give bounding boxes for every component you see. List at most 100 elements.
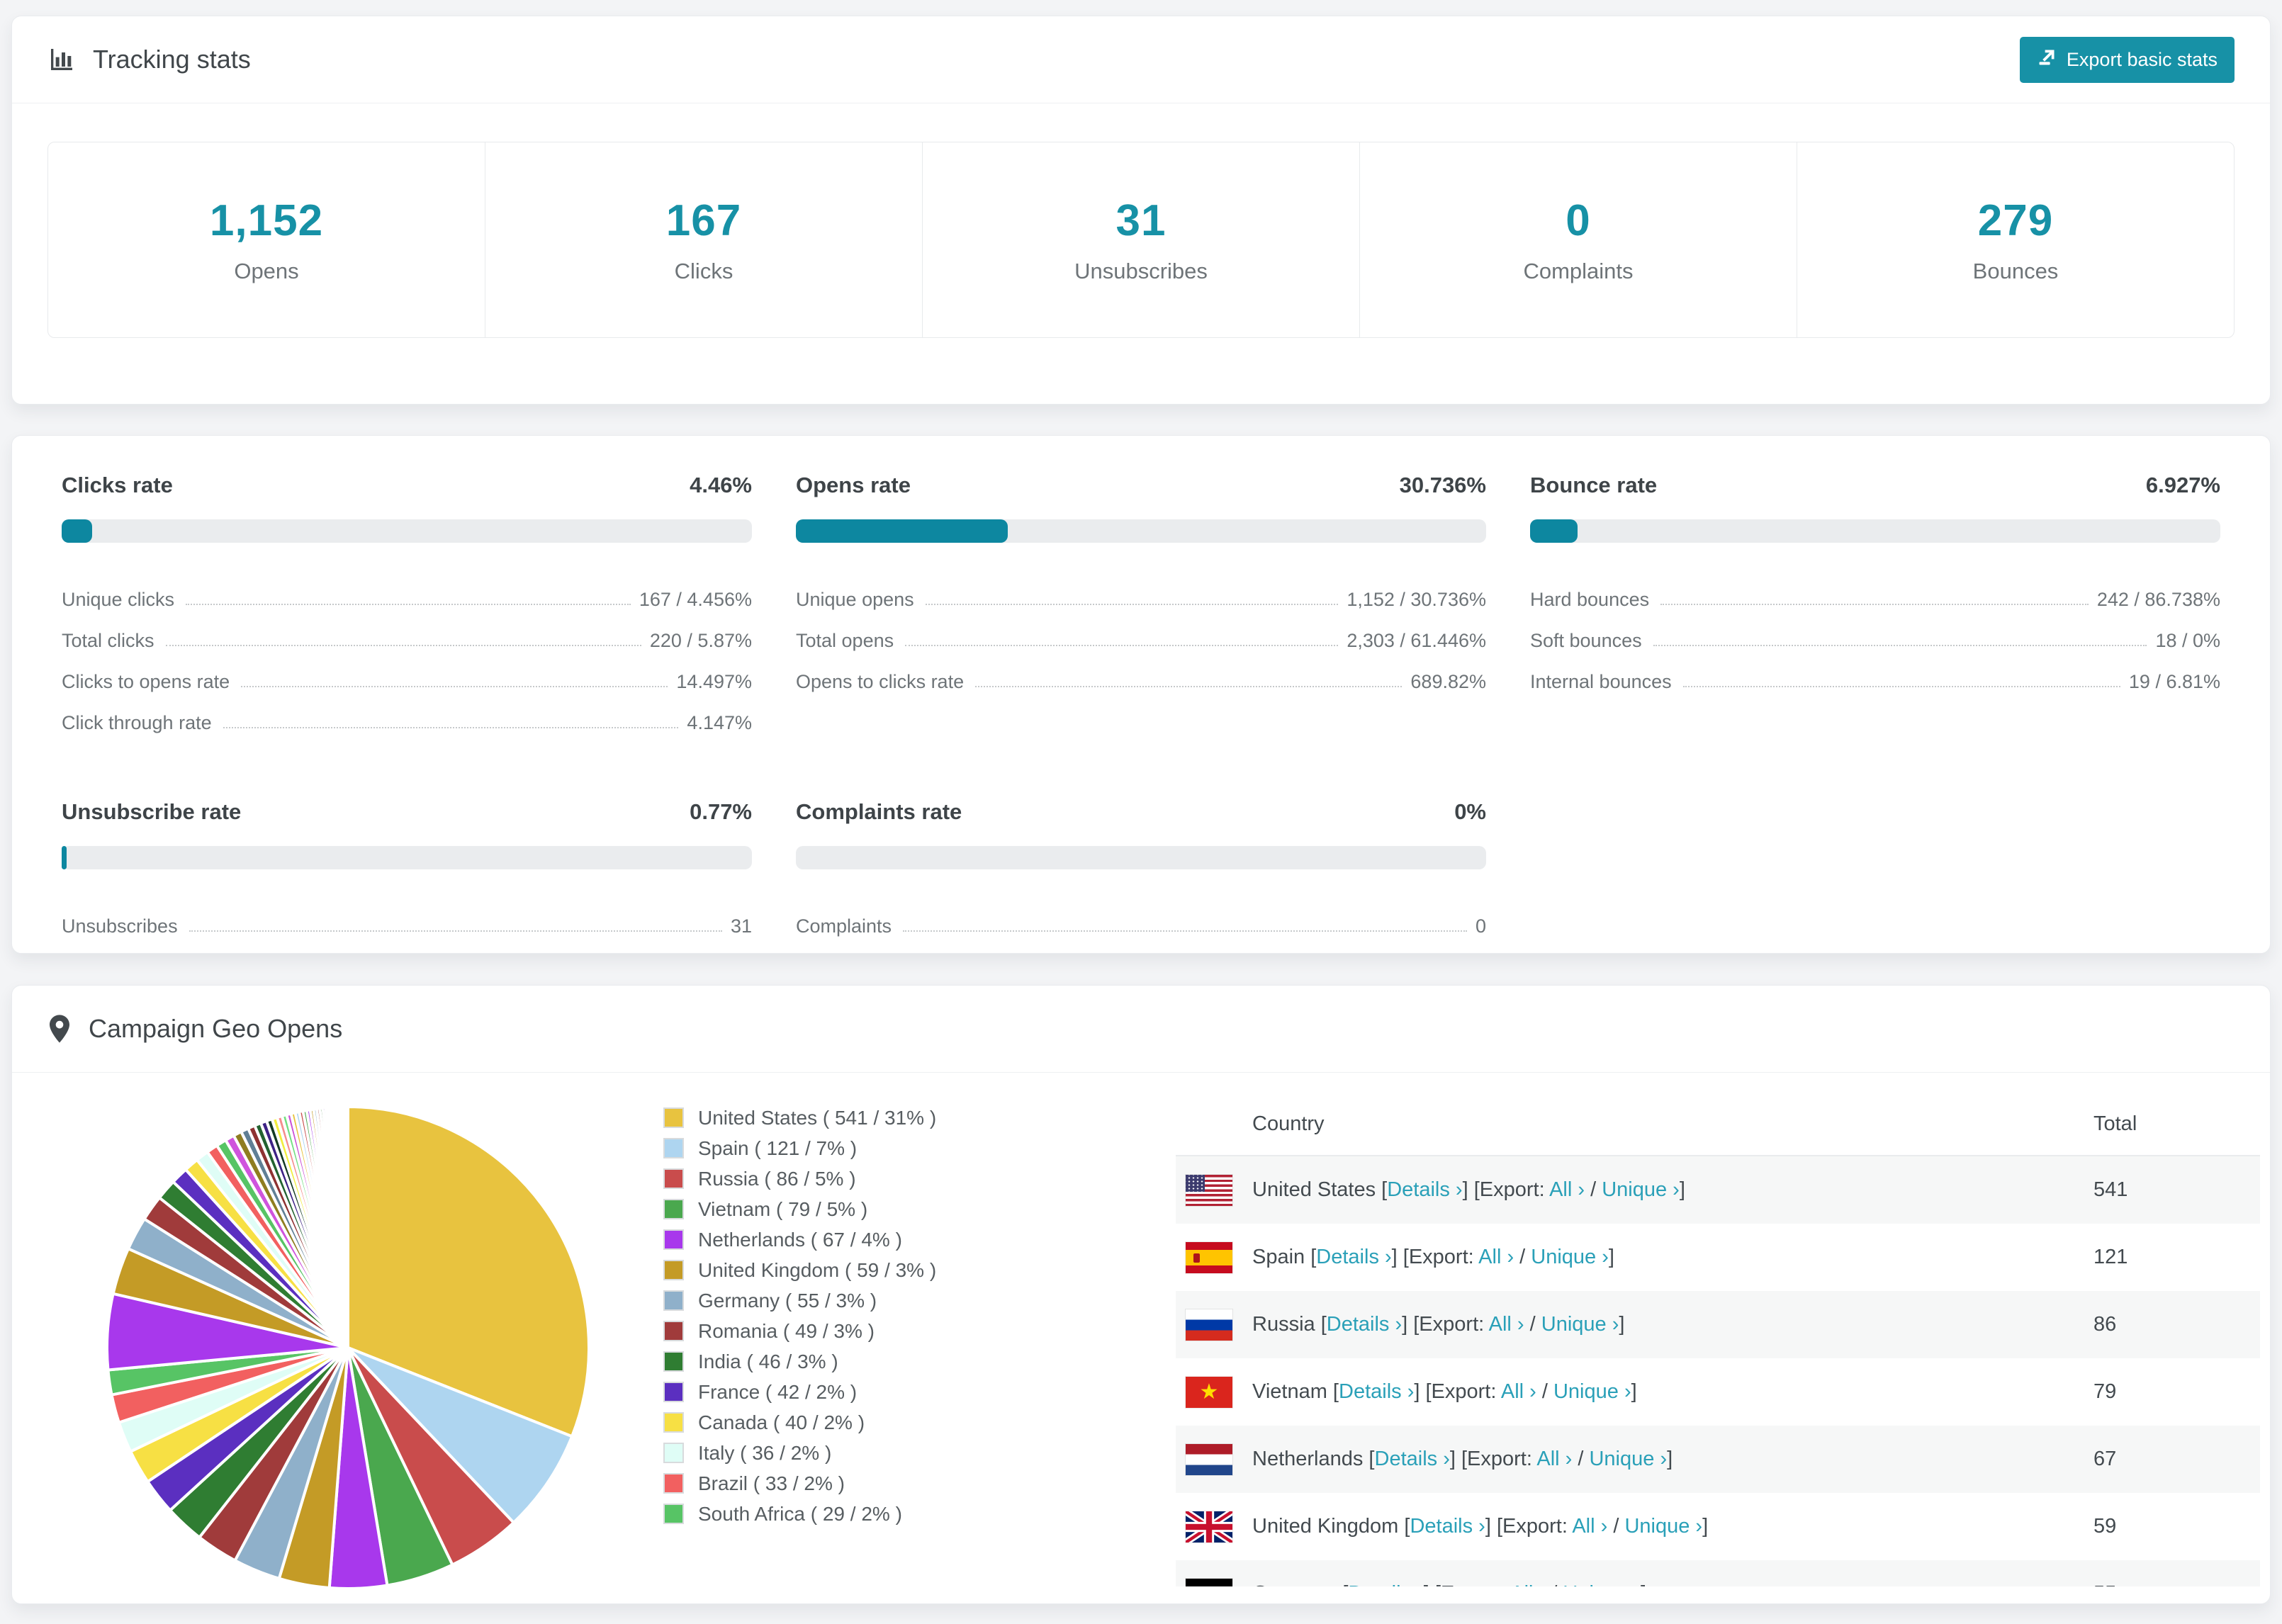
export-unique-link[interactable]: Unique › (1589, 1448, 1667, 1470)
dotted-leader (189, 930, 722, 932)
legend-swatch (663, 1168, 684, 1189)
details-link[interactable]: Details › (1339, 1380, 1414, 1403)
table-row-united-kingdom: United Kingdom [Details ›] [Export: All … (1176, 1493, 2260, 1560)
clicks-rate-bar-fill (62, 519, 93, 543)
stat-clicks-label: Clicks (674, 259, 734, 283)
rates-card: Clicks rate 4.46% Unique clicks 167 / 4.4… (11, 435, 2271, 954)
bounce-rate-value: 6.927% (2145, 473, 2220, 497)
legend-swatch (663, 1107, 684, 1128)
details-link[interactable]: Details › (1375, 1448, 1450, 1470)
opens-rate-title: Opens rate (796, 473, 911, 497)
complaints-rate-panel: Complaints rate 0% Complaints 0 (796, 799, 1486, 937)
dotted-leader (223, 727, 679, 728)
clicks-rate-value: 4.46% (690, 473, 752, 497)
bounce-rate-bar (1530, 519, 2220, 543)
total-column-header: Total (2093, 1112, 2137, 1135)
detail-row: Unique opens 1,152 / 30.736% (796, 589, 1486, 610)
legend-swatch (663, 1138, 684, 1158)
export-unique-link[interactable]: Unique › (1624, 1515, 1702, 1538)
details-link[interactable]: Details › (1410, 1515, 1485, 1538)
detail-row: Hard bounces 242 / 86.738% (1530, 589, 2220, 610)
export-all-link[interactable]: All › (1489, 1313, 1524, 1336)
stat-bounces-value: 279 (1977, 196, 2054, 245)
germany-flag-icon (1186, 1578, 1232, 1586)
stat-clicks: 167 Clicks (485, 142, 923, 337)
details-link[interactable]: Details › (1387, 1178, 1462, 1201)
stat-unsubscribes: 31 Unsubscribes (923, 142, 1360, 337)
table-row-netherlands: Netherlands [Details ›] [Export: All › /… (1176, 1426, 2260, 1493)
legend-item: United States ( 541 / 31% ) (663, 1103, 1078, 1133)
geo-table-header: Country Total (1176, 1093, 2260, 1156)
row-total: 121 (2093, 1246, 2128, 1268)
unsubscribe-rate-bar-fill (62, 846, 67, 869)
row-total: 59 (2093, 1515, 2117, 1538)
tracking-stats-card: Tracking stats Export basic stats 1,152 … (11, 16, 2271, 405)
row-total: 55 (2093, 1582, 2260, 1586)
clicks-rate-panel: Clicks rate 4.46% Unique clicks 167 / 4.4… (62, 473, 752, 734)
export-unique-link[interactable]: Unique › (1602, 1178, 1680, 1201)
legend-swatch (663, 1199, 684, 1219)
export-all-link[interactable]: All › (1478, 1246, 1514, 1268)
legend-item: Spain ( 121 / 7% ) (663, 1133, 1078, 1163)
export-unique-link[interactable]: Unique › (1563, 1582, 1641, 1586)
legend-swatch (663, 1504, 684, 1524)
table-row-spain: Spain [Details ›] [Export: All › / Uniqu… (1176, 1224, 2260, 1291)
opens-rate-bar-fill (796, 519, 1008, 543)
legend-item: Italy ( 36 / 2% ) (663, 1438, 1078, 1468)
legend-item: Romania ( 49 / 3% ) (663, 1316, 1078, 1346)
stat-opens: 1,152 Opens (48, 142, 485, 337)
export-all-link[interactable]: All › (1510, 1582, 1546, 1586)
export-unique-link[interactable]: Unique › (1553, 1380, 1631, 1403)
detail-row: Internal bounces 19 / 6.81% (1530, 671, 2220, 692)
opens-rate-bar (796, 519, 1486, 543)
stat-complaints-label: Complaints (1523, 259, 1634, 283)
export-all-link[interactable]: All › (1572, 1515, 1607, 1538)
detail-row: Soft bounces 18 / 0% (1530, 630, 2220, 651)
detail-row: Total clicks 220 / 5.87% (62, 630, 752, 651)
legend-item: South Africa ( 29 / 2% ) (663, 1499, 1078, 1529)
row-total: 541 (2093, 1178, 2128, 1201)
details-link[interactable]: Details › (1316, 1246, 1391, 1268)
details-link[interactable]: Details › (1327, 1313, 1402, 1336)
export-all-link[interactable]: All › (1549, 1178, 1585, 1201)
detail-row: Opens to clicks rate 689.82% (796, 671, 1486, 692)
detail-row: Total opens 2,303 / 61.446% (796, 630, 1486, 651)
dotted-leader (1653, 645, 2147, 646)
dotted-leader (903, 930, 1467, 932)
legend-swatch (663, 1473, 684, 1494)
legend-swatch (663, 1351, 684, 1372)
stat-bounces-label: Bounces (1972, 259, 2059, 283)
clicks-rate-title: Clicks rate (62, 473, 173, 497)
detail-row: Clicks to opens rate 14.497% (62, 671, 752, 692)
legend-swatch (663, 1321, 684, 1341)
table-row-united-states: United States [Details ›] [Export: All ›… (1176, 1156, 2260, 1224)
clicks-rate-bar (62, 519, 752, 543)
dotted-leader (165, 645, 641, 646)
vietnam-flag-icon: ★ (1186, 1376, 1232, 1408)
export-unique-link[interactable]: Unique › (1541, 1313, 1619, 1336)
legend-item: Vietnam ( 79 / 5% ) (663, 1194, 1078, 1224)
export-unique-link[interactable]: Unique › (1531, 1246, 1609, 1268)
legend-item: United Kingdom ( 59 / 3% ) (663, 1255, 1078, 1285)
details-link[interactable]: Details › (1348, 1582, 1423, 1586)
export-button-label: Export basic stats (2066, 48, 2218, 70)
export-basic-stats-button[interactable]: Export basic stats (2019, 36, 2235, 83)
geo-opens-header: Campaign Geo Opens (12, 986, 2270, 1073)
stat-opens-label: Opens (234, 259, 299, 283)
bounce-rate-panel: Bounce rate 6.927% Hard bounces 242 / 86.… (1530, 473, 2220, 734)
export-all-link[interactable]: All › (1536, 1448, 1572, 1470)
netherlands-flag-icon (1186, 1443, 1232, 1475)
dotted-leader (925, 604, 1339, 605)
legend-swatch (663, 1229, 684, 1250)
stat-unsubscribes-label: Unsubscribes (1074, 259, 1208, 283)
row-total: 86 (2093, 1313, 2117, 1336)
geo-opens-card: Campaign Geo Opens United States ( 541 /… (11, 985, 2271, 1604)
stat-opens-value: 1,152 (209, 196, 324, 245)
legend-item: Netherlands ( 67 / 4% ) (663, 1224, 1078, 1255)
export-all-link[interactable]: All › (1501, 1380, 1536, 1403)
spain-flag-icon (1186, 1241, 1232, 1273)
geo-legend: United States ( 541 / 31% ) Spain ( 121 … (663, 1103, 1078, 1529)
dotted-leader (1660, 604, 2089, 605)
us-flag-icon (1186, 1174, 1232, 1206)
table-row-vietnam: ★ Vietnam [Details ›] [Export: All › / U… (1176, 1358, 2260, 1426)
